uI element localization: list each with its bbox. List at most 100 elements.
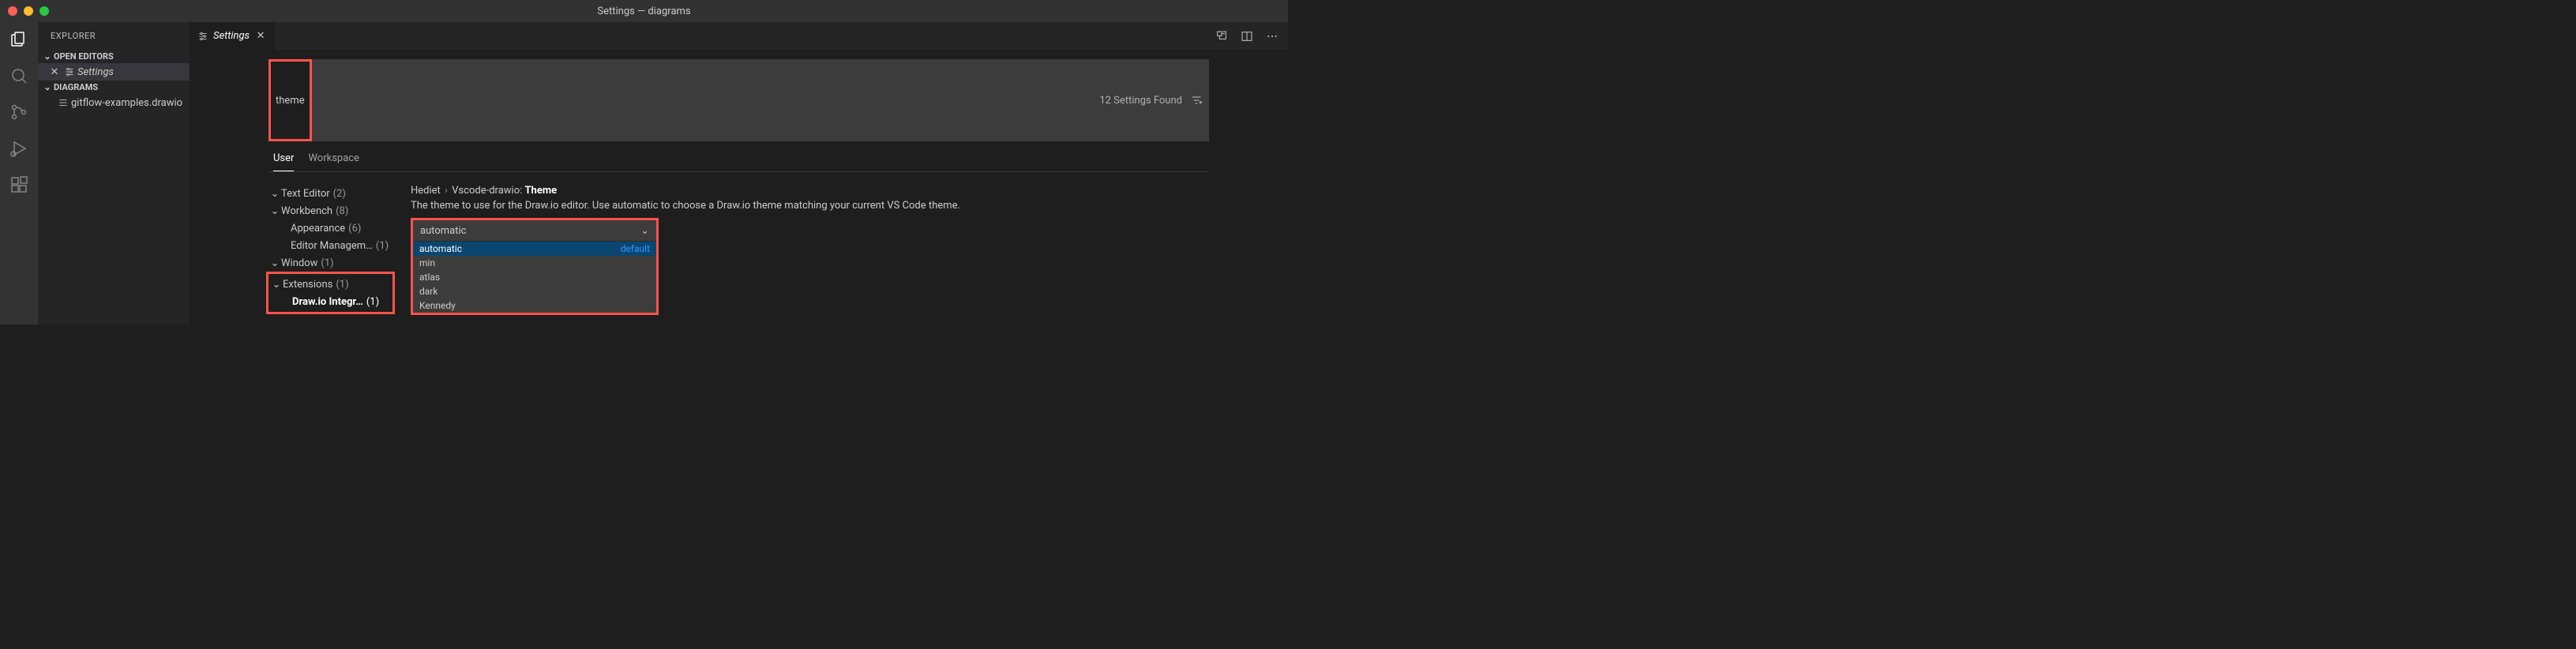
dropdown-selected-value: automatic bbox=[420, 225, 466, 237]
search-query-text: theme bbox=[276, 95, 305, 107]
dropdown-option-dark[interactable]: dark bbox=[413, 284, 656, 298]
scope-user-tab[interactable]: User bbox=[273, 152, 294, 171]
explorer-sidebar: EXPLORER ⌄ OPEN EDITORS ✕ Settings ⌄ DIA… bbox=[38, 22, 190, 324]
toc-count: (1) bbox=[376, 240, 389, 252]
toc-label: Editor Managem… bbox=[291, 240, 373, 252]
toc-drawio-integration[interactable]: Draw.io Integr… (1) bbox=[270, 293, 391, 310]
tab-actions bbox=[1215, 22, 1288, 50]
chevron-down-icon: ⌄ bbox=[268, 205, 281, 217]
tab-settings[interactable]: Settings ✕ bbox=[190, 22, 276, 50]
breadcrumb-part: Vscode-drawio: bbox=[452, 185, 522, 197]
option-label: dark bbox=[419, 286, 437, 297]
dropdown-option-atlas[interactable]: atlas bbox=[413, 270, 656, 284]
sidebar-title: EXPLORER bbox=[38, 22, 190, 50]
default-badge: default bbox=[621, 243, 650, 254]
clear-filter-icon[interactable] bbox=[1190, 94, 1203, 107]
project-section-label: DIAGRAMS bbox=[54, 82, 98, 92]
toc-label: Draw.io Integr… bbox=[292, 296, 363, 308]
open-editor-label: Settings bbox=[77, 66, 114, 78]
breadcrumb-part: Hediet bbox=[411, 185, 441, 197]
toc-editor-management[interactable]: Editor Managem… (1) bbox=[268, 237, 395, 254]
settings-scope-tabs: User Workspace bbox=[268, 152, 1209, 172]
more-actions-icon[interactable] bbox=[1266, 30, 1279, 43]
toc-label: Workbench bbox=[281, 205, 332, 217]
settings-body: ⌄ Text Editor (2) ⌄ Workbench (8) Appear… bbox=[268, 185, 1209, 315]
toc-label: Extensions bbox=[283, 279, 332, 291]
settings-search-input[interactable]: theme bbox=[268, 59, 312, 141]
setting-description: The theme to use for the Draw.io editor.… bbox=[411, 200, 1209, 212]
extensions-icon[interactable] bbox=[9, 175, 28, 194]
scope-workspace-tab[interactable]: Workspace bbox=[308, 152, 359, 171]
dropdown-option-automatic[interactable]: automatic default bbox=[413, 242, 656, 256]
editor-tab-bar: Settings ✕ bbox=[190, 22, 1288, 50]
settings-search-row: theme 12 Settings Found bbox=[268, 59, 1209, 141]
highlighted-dropdown: automatic ⌄ automatic default min bbox=[411, 218, 659, 315]
open-editor-settings[interactable]: ✕ Settings bbox=[38, 63, 190, 81]
toc-workbench[interactable]: ⌄ Workbench (8) bbox=[268, 202, 395, 219]
option-label: Kennedy bbox=[419, 300, 456, 311]
chevron-down-icon: ⌄ bbox=[268, 257, 281, 269]
file-icon bbox=[55, 97, 71, 108]
file-gitflow-examples[interactable]: gitflow-examples.drawio bbox=[38, 94, 190, 111]
settings-toc: ⌄ Text Editor (2) ⌄ Workbench (8) Appear… bbox=[268, 185, 395, 315]
toc-label: Text Editor bbox=[281, 188, 330, 200]
option-label: min bbox=[419, 257, 435, 268]
toc-window[interactable]: ⌄ Window (1) bbox=[268, 254, 395, 272]
dropdown-options-list: automatic default min atlas bbox=[413, 241, 656, 313]
settings-found-label: 12 Settings Found bbox=[1099, 95, 1182, 107]
minimize-window-button[interactable] bbox=[24, 6, 33, 16]
highlighted-toc-section: ⌄ Extensions (1) Draw.io Integr… (1) bbox=[266, 272, 395, 314]
search-results-info: 12 Settings Found bbox=[312, 59, 1209, 141]
toc-appearance[interactable]: Appearance (6) bbox=[268, 219, 395, 237]
toc-label: Window bbox=[281, 257, 317, 269]
breadcrumb-setting-name: Theme bbox=[525, 185, 558, 197]
maximize-window-button[interactable] bbox=[39, 6, 49, 16]
search-icon[interactable] bbox=[9, 66, 28, 85]
traffic-lights bbox=[0, 6, 49, 16]
titlebar: Settings — diagrams bbox=[0, 0, 1288, 22]
option-label: atlas bbox=[419, 272, 440, 283]
option-label: automatic bbox=[419, 243, 462, 254]
explorer-icon[interactable] bbox=[9, 30, 28, 49]
toc-count: (1) bbox=[321, 257, 333, 269]
file-label: gitflow-examples.drawio bbox=[71, 97, 182, 109]
dropdown-option-min[interactable]: min bbox=[413, 256, 656, 270]
source-control-icon[interactable] bbox=[9, 103, 28, 122]
chevron-down-icon: ⌄ bbox=[640, 225, 649, 237]
open-editors-section[interactable]: ⌄ OPEN EDITORS bbox=[38, 50, 190, 63]
run-debug-icon[interactable] bbox=[9, 139, 28, 158]
tab-close-icon[interactable]: ✕ bbox=[254, 30, 267, 42]
toc-count: (2) bbox=[333, 188, 346, 200]
settings-tab-icon bbox=[197, 31, 208, 42]
chevron-down-icon: ⌄ bbox=[270, 279, 283, 291]
editor-area: Settings ✕ bbox=[190, 22, 1288, 324]
close-window-button[interactable] bbox=[8, 6, 17, 16]
open-settings-json-icon[interactable] bbox=[1215, 30, 1228, 43]
chevron-down-icon: ⌄ bbox=[41, 82, 54, 92]
toc-count: (8) bbox=[336, 205, 348, 217]
toc-count: (1) bbox=[336, 279, 348, 291]
main-area: EXPLORER ⌄ OPEN EDITORS ✕ Settings ⌄ DIA… bbox=[0, 22, 1288, 324]
open-editors-label: OPEN EDITORS bbox=[54, 51, 114, 62]
close-editor-icon[interactable]: ✕ bbox=[47, 66, 62, 78]
toc-count: (6) bbox=[348, 223, 361, 234]
setting-breadcrumb: Hediet › Vscode-drawio: Theme bbox=[411, 185, 1209, 197]
breadcrumb-sep: › bbox=[445, 185, 448, 197]
dropdown-option-kennedy[interactable]: Kennedy bbox=[413, 298, 656, 313]
setting-detail: Hediet › Vscode-drawio: Theme The theme … bbox=[411, 185, 1209, 315]
chevron-down-icon: ⌄ bbox=[41, 51, 54, 62]
tab-label: Settings bbox=[213, 30, 250, 42]
split-editor-icon[interactable] bbox=[1241, 30, 1253, 43]
window: Settings — diagrams EXPLORER ⌄ bbox=[0, 0, 1288, 324]
toc-extensions[interactable]: ⌄ Extensions (1) bbox=[270, 276, 391, 293]
window-title: Settings — diagrams bbox=[597, 6, 690, 17]
settings-tab-icon bbox=[62, 66, 77, 77]
toc-count: (1) bbox=[366, 296, 379, 308]
settings-content: theme 12 Settings Found User Workspace bbox=[190, 50, 1288, 324]
theme-dropdown[interactable]: automatic ⌄ bbox=[413, 220, 656, 241]
activity-bar bbox=[0, 22, 38, 324]
project-section[interactable]: ⌄ DIAGRAMS bbox=[38, 81, 190, 94]
toc-text-editor[interactable]: ⌄ Text Editor (2) bbox=[268, 185, 395, 202]
chevron-down-icon: ⌄ bbox=[268, 188, 281, 200]
toc-label: Appearance bbox=[291, 223, 345, 234]
